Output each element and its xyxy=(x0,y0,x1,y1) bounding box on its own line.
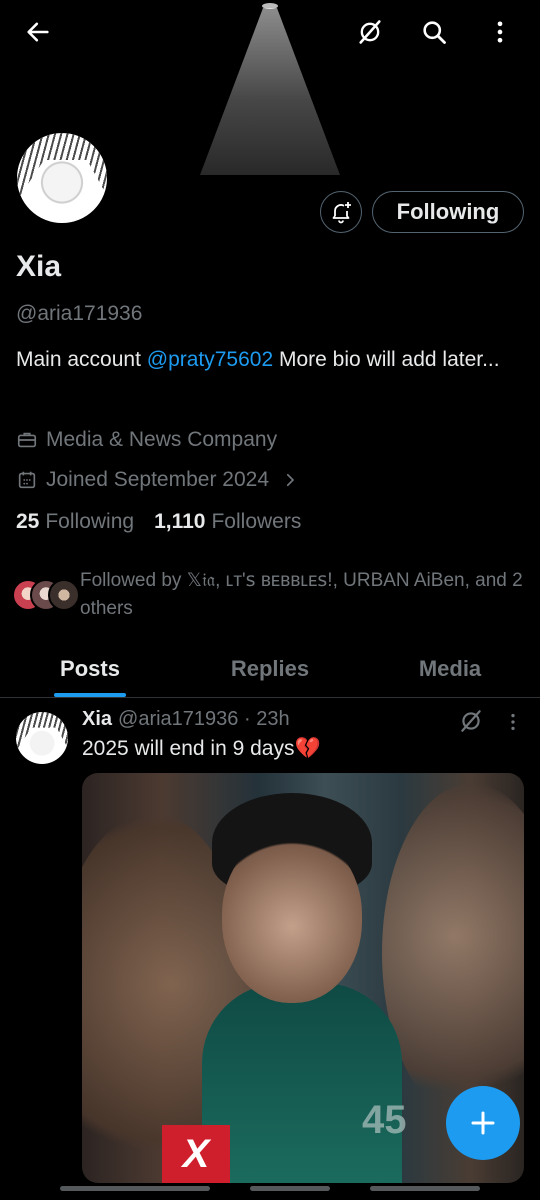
tweet-text: 2025 will end in 9 days💔 xyxy=(82,737,321,761)
followed-by[interactable]: Followed by 𝕏𝔦𝔞, ʟᴛ'ꜱ ʙᴇʙʙʟᴇꜱ!, URBAN Ai… xyxy=(12,567,532,623)
followers-count-link[interactable]: 1,110 Followers xyxy=(154,510,301,534)
followers-label: Followers xyxy=(211,510,302,533)
tab-media[interactable]: Media xyxy=(360,640,540,697)
bio-text-end: More bio will add later... xyxy=(273,348,500,371)
nav-indicator-center xyxy=(250,1186,330,1191)
compose-button[interactable] xyxy=(446,1086,520,1160)
search-button[interactable] xyxy=(412,10,456,54)
nav-indicator-right xyxy=(370,1186,480,1191)
image-figure-center xyxy=(222,833,362,1003)
follow-counts: 25 Following 1,110 Followers xyxy=(16,510,301,534)
bell-plus-icon xyxy=(332,202,351,224)
grok-icon xyxy=(359,20,381,44)
top-bar xyxy=(0,0,540,64)
category-label: Media & News Company xyxy=(46,428,278,451)
following-button[interactable]: Following xyxy=(372,191,524,233)
briefcase-icon xyxy=(17,432,37,448)
notifications-button[interactable] xyxy=(320,191,362,233)
avatar xyxy=(48,579,80,611)
grok-button[interactable] xyxy=(348,10,392,54)
avatar-artwork xyxy=(16,712,68,751)
profile-tabs: Posts Replies Media xyxy=(0,640,540,698)
tweet-more-icon[interactable] xyxy=(502,710,524,734)
search-icon xyxy=(423,21,446,44)
plus-icon xyxy=(471,1111,495,1135)
profile-avatar[interactable] xyxy=(14,130,110,226)
following-count: 25 xyxy=(16,510,40,533)
followed-by-text: Followed by 𝕏𝔦𝔞, ʟᴛ'ꜱ ʙᴇʙʙʟᴇꜱ!, URBAN Ai… xyxy=(80,570,523,619)
tab-replies-label: Replies xyxy=(230,655,310,681)
image-number: 45 xyxy=(362,1098,407,1142)
active-tab-indicator xyxy=(54,693,126,697)
more-button[interactable] xyxy=(478,10,522,54)
back-button[interactable] xyxy=(16,10,60,54)
tab-media-label: Media xyxy=(418,655,482,681)
grok-icon[interactable] xyxy=(458,708,484,734)
profile-joined[interactable]: Joined September 2024 xyxy=(16,465,307,495)
following-label: Following xyxy=(45,510,135,533)
tab-replies[interactable]: Replies xyxy=(180,640,360,697)
more-vertical-icon xyxy=(497,21,503,43)
calendar-icon xyxy=(18,471,36,489)
image-figure-right xyxy=(382,783,524,1123)
arrow-left-icon xyxy=(27,22,49,42)
tweet-author-name[interactable]: Xia xyxy=(82,708,112,731)
chevron-right-icon xyxy=(286,473,295,487)
followers-count: 1,110 xyxy=(154,510,206,533)
profile-name: Xia xyxy=(16,250,62,283)
profile-category: Media & News Company xyxy=(16,425,277,455)
image-x-badge: X xyxy=(162,1125,230,1183)
nav-indicator-left xyxy=(60,1186,210,1191)
bio-mention-link[interactable]: @praty75602 xyxy=(147,348,273,371)
tab-posts-label: Posts xyxy=(60,655,120,681)
broken-heart-emoji: 💔 xyxy=(294,737,321,760)
profile-handle: @aria171936 xyxy=(16,302,143,325)
tweet-avatar[interactable] xyxy=(16,712,68,764)
bio-text-start: Main account xyxy=(16,348,147,371)
tweet-header: Xia @aria171936 · 23h xyxy=(82,708,290,731)
profile-bio: Main account @praty75602 More bio will a… xyxy=(16,344,526,375)
tweet-text-body: 2025 will end in 9 days xyxy=(82,737,295,760)
joined-label: Joined September 2024 xyxy=(46,468,269,491)
following-count-link[interactable]: 25 Following xyxy=(16,510,134,534)
avatar-artwork xyxy=(17,133,107,201)
tweet-meta: @aria171936 · 23h xyxy=(118,708,290,730)
followers-you-know-avatars xyxy=(12,567,80,615)
tab-posts[interactable]: Posts xyxy=(0,640,180,697)
image-figure-shirt xyxy=(202,983,402,1183)
